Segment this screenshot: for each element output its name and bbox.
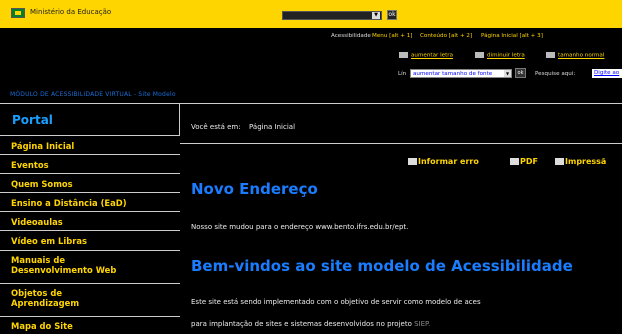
shortcut-home[interactable]: Página Inicial [alt + 3] xyxy=(481,33,543,39)
sidebar-item-home[interactable]: Página Inicial xyxy=(0,135,180,154)
report-error-button[interactable]: Informar erro xyxy=(408,157,479,166)
sidebar: Portal Página Inicial Eventos Quem Somos… xyxy=(0,103,180,334)
language-go-button[interactable]: ok xyxy=(515,68,526,78)
paragraph-welcome-2: para implantação de sites e sistemas des… xyxy=(191,320,431,328)
chevron-down-icon: ▼ xyxy=(372,12,380,19)
pdf-button[interactable]: PDF xyxy=(510,157,538,166)
language-search-row: Lín aumentar tamanho de fonte ▼ ok Pesqu… xyxy=(0,68,622,80)
language-select[interactable]: aumentar tamanho de fonte ▼ xyxy=(410,69,512,78)
sidebar-item-libras[interactable]: Vídeo em Libras xyxy=(0,230,180,250)
accessibility-bar: Acessibilidade Menu [alt + 1] Conteúdo [… xyxy=(0,33,622,43)
error-report-icon xyxy=(408,158,417,165)
language-label: Lín xyxy=(398,71,407,77)
search-input[interactable]: Digite ao xyxy=(592,69,622,78)
font-size-controls: aumentar letra diminuir letra tamanho no… xyxy=(0,52,622,62)
search-label: Pesquise aqui: xyxy=(535,71,576,77)
gov-bar: Ministério da Educação ▼ ok xyxy=(0,0,622,28)
chevron-down-icon: ▼ xyxy=(504,70,511,77)
sidebar-item-manuals[interactable]: Manuais de Desenvolvimento Web xyxy=(0,250,180,283)
gov-site-select[interactable]: ▼ xyxy=(282,11,382,20)
sidebar-title: Portal xyxy=(12,113,53,127)
normal-font-icon xyxy=(546,52,555,58)
decrease-font-icon xyxy=(475,52,484,58)
shortcut-content[interactable]: Conteúdo [alt + 2] xyxy=(420,33,472,39)
shortcut-menu[interactable]: Menu [alt + 1] xyxy=(372,33,412,39)
breadcrumb-divider xyxy=(180,143,622,144)
heading-new-address: Novo Endereço xyxy=(191,180,318,198)
sidebar-item-events[interactable]: Eventos xyxy=(0,154,180,173)
breadcrumb-label: Você está em: xyxy=(191,123,241,131)
main-top-border xyxy=(180,103,622,104)
accessibility-label: Acessibilidade xyxy=(331,33,371,39)
normal-font-button[interactable]: tamanho normal xyxy=(546,52,604,59)
brazil-flag-icon xyxy=(11,8,25,18)
printer-icon xyxy=(555,158,564,165)
heading-welcome: Bem-vindos ao site modelo de Acessibilid… xyxy=(191,257,573,275)
breadcrumb-current: Página Inicial xyxy=(249,123,296,131)
increase-font-button[interactable]: aumentar letra xyxy=(399,52,453,59)
pdf-icon xyxy=(510,158,519,165)
sidebar-item-ead[interactable]: Ensino a Distância (EaD) xyxy=(0,192,180,211)
module-title: MÓDULO DE ACESSIBILIDADE VIRTUAL - Site … xyxy=(10,91,176,98)
increase-font-icon xyxy=(399,52,408,58)
paragraph-new-address: Nosso site mudou para o endereço www.ben… xyxy=(191,223,409,231)
sidebar-item-about[interactable]: Quem Somos xyxy=(0,173,180,192)
gov-name[interactable]: Ministério da Educação xyxy=(30,8,111,16)
decrease-font-button[interactable]: diminuir letra xyxy=(475,52,525,59)
sidebar-item-sitemap[interactable]: Mapa do Site xyxy=(0,316,180,334)
sidebar-item-learning-objects[interactable]: Objetos de Aprendizagem xyxy=(0,283,180,316)
sidebar-item-videoaulas[interactable]: Videoaulas xyxy=(0,211,180,230)
print-button[interactable]: Impressã xyxy=(555,157,606,166)
siep-link[interactable]: SIEP. xyxy=(414,320,430,328)
gov-go-button[interactable]: ok xyxy=(387,10,397,20)
paragraph-welcome-1: Este site está sendo implementado com o … xyxy=(191,298,481,306)
